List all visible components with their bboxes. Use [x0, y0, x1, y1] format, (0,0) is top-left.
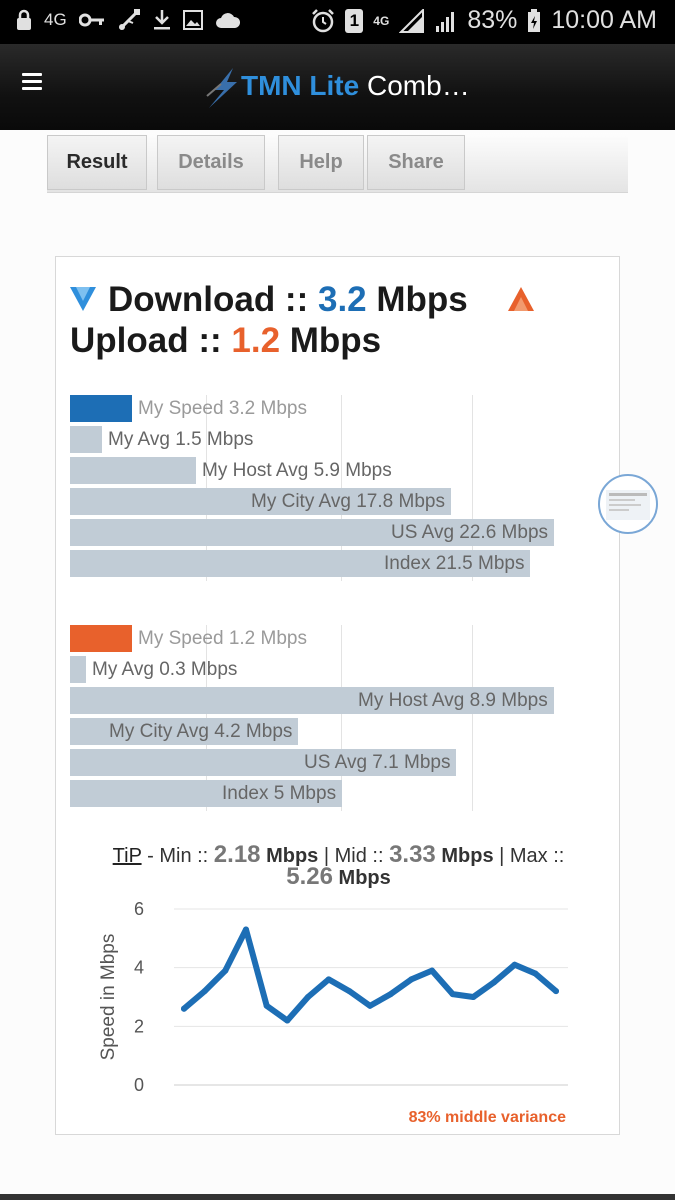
- floating-overlay-button[interactable]: [598, 474, 658, 534]
- y-tick-label: 2: [134, 1016, 144, 1036]
- speed-point: [511, 961, 518, 968]
- upload-bar: [70, 656, 86, 683]
- battery-icon: [528, 8, 541, 32]
- upload-bar: [70, 625, 132, 652]
- upload-bar-label: US Avg 7.1 Mbps: [304, 752, 451, 773]
- image-icon: [182, 10, 203, 30]
- speed-point: [284, 1017, 291, 1024]
- status-right: 1 4G 83% 10:00 AM: [311, 6, 657, 35]
- y-axis-label: Speed in Mbps: [98, 934, 119, 1061]
- alarm-icon: [312, 8, 335, 32]
- speed-point: [346, 988, 353, 995]
- tab-share[interactable]: Share: [367, 135, 465, 190]
- battery-percent: 83%: [467, 6, 518, 34]
- screenshot-thumbnail-icon: [606, 490, 650, 520]
- speed-point: [201, 988, 208, 995]
- speed-point: [325, 976, 332, 983]
- speed-point: [387, 991, 394, 998]
- speed-point: [532, 970, 539, 977]
- signal-bars-icon: [436, 11, 455, 32]
- app-title: TMN Lite Comb…: [241, 70, 470, 102]
- upload-bar-label: My City Avg 4.2 Mbps: [109, 721, 293, 742]
- speed-line-chart: 0 2 4 6 Speed in Mbps: [98, 899, 568, 1095]
- download-bar-label: US Avg 22.6 Mbps: [391, 522, 549, 543]
- cloud-icon: [215, 13, 240, 28]
- speed-point: [222, 967, 229, 974]
- lock-icon: [17, 9, 31, 30]
- upload-gridline: [471, 625, 473, 811]
- speed-point: [553, 988, 559, 995]
- status-left: 4G: [16, 8, 241, 32]
- network-type: 4G: [44, 10, 67, 29]
- upload-bar-label: My Avg 0.3 Mbps: [92, 659, 238, 680]
- speed-point: [491, 979, 497, 986]
- speed-point: [470, 994, 477, 1000]
- download-bar-label: My Avg 1.5 Mbps: [108, 429, 254, 450]
- download-bar-label: My City Avg 17.8 Mbps: [251, 491, 445, 512]
- upload-bar-label: Index 5 Mbps: [222, 783, 337, 804]
- upload-bar-label: My Speed 1.2 Mbps: [138, 628, 307, 649]
- result-card: Download :: 3.2 Mbps Upload :: 1.2 Mbps …: [55, 256, 620, 1135]
- lightning-logo-icon: [206, 68, 237, 108]
- app-brand: TMN Lite: [241, 70, 360, 101]
- variance-note: 83% middle variance: [408, 1109, 566, 1126]
- speed-point: [367, 1002, 373, 1009]
- speed-point: [305, 994, 311, 1000]
- speed-point: [243, 926, 249, 933]
- tab-help[interactable]: Help: [278, 135, 364, 190]
- y-tick-label: 6: [134, 899, 144, 919]
- bottom-edge: [0, 1194, 675, 1200]
- signal-icon: [399, 8, 425, 33]
- download-bar: [70, 395, 132, 422]
- tip-max: 5.26: [286, 863, 333, 890]
- status-bar: 4G 1 4G 83% 10:00 AM: [0, 0, 675, 44]
- speed-point: [429, 967, 435, 974]
- speed-point: [449, 991, 456, 998]
- clock: 10:00 AM: [551, 6, 657, 34]
- app-bar: TMN Lite Comb…: [0, 44, 675, 130]
- download-bar-label: My Host Avg 5.9 Mbps: [202, 460, 392, 481]
- usb-icon: [118, 9, 140, 31]
- y-tick-label: 4: [134, 958, 144, 978]
- tab-bar: Result Details Help Share: [47, 133, 628, 193]
- y-tick-label: 0: [134, 1075, 144, 1095]
- download-icon: [153, 10, 170, 30]
- key-icon: [78, 13, 104, 27]
- menu-icon[interactable]: [22, 73, 42, 95]
- download-bar: [70, 426, 102, 453]
- speed-point: [408, 976, 415, 983]
- download-bar-label: Index 21.5 Mbps: [384, 553, 525, 574]
- speed-point: [263, 1002, 270, 1009]
- tab-result[interactable]: Result: [47, 135, 147, 190]
- speed-point: [181, 1005, 187, 1012]
- upload-bar-label: My Host Avg 8.9 Mbps: [358, 690, 548, 711]
- signal-type: 4G: [373, 13, 390, 28]
- download-bar-label: My Speed 3.2 Mbps: [138, 398, 307, 419]
- sim-icon: 1: [345, 8, 364, 33]
- tab-details[interactable]: Details: [157, 135, 265, 190]
- app-title-rest: Comb…: [359, 70, 470, 101]
- download-bar: [70, 457, 196, 484]
